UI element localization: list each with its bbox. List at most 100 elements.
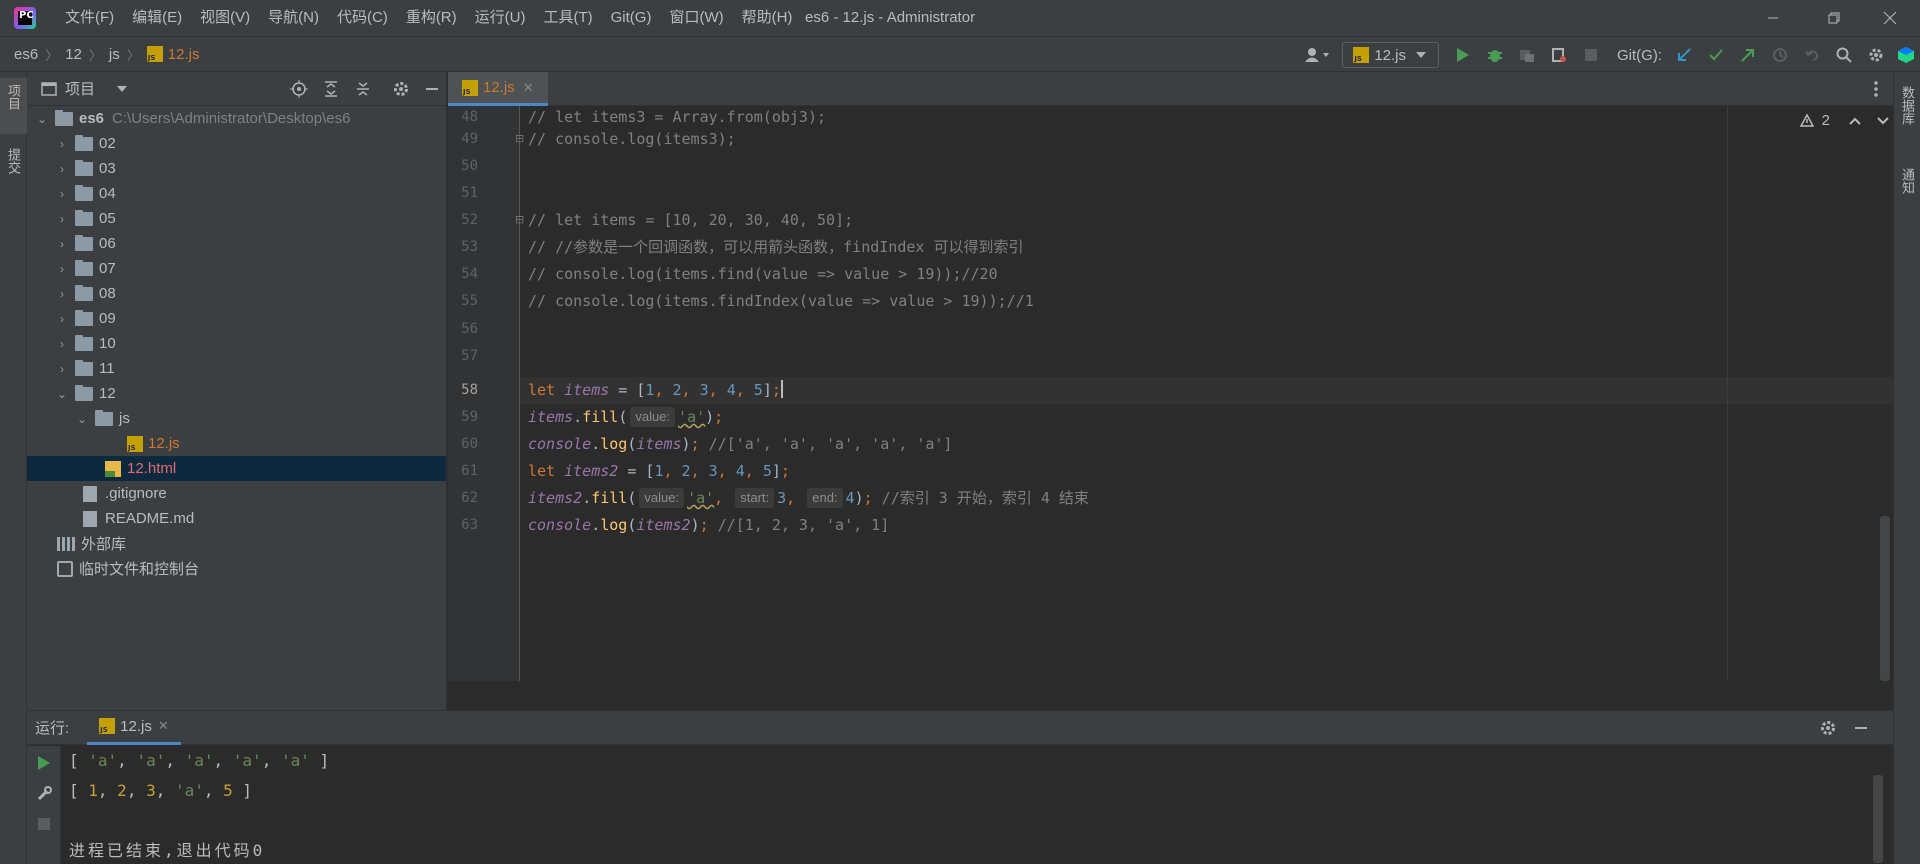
chevron-right-icon[interactable]: › xyxy=(55,212,69,226)
tree-item-folder[interactable]: › 05 xyxy=(27,206,446,231)
inspection-widget[interactable]: 2 xyxy=(1799,112,1890,129)
chevron-up-icon[interactable] xyxy=(1848,116,1862,126)
menu-edit[interactable]: 编辑(E) xyxy=(123,0,191,36)
tree-item-file[interactable]: .gitignore xyxy=(27,481,446,506)
run-button[interactable] xyxy=(1447,37,1479,73)
menu-tools[interactable]: 工具(T) xyxy=(534,0,601,36)
restore-button[interactable] xyxy=(1806,0,1862,36)
breadcrumb-file[interactable]: 12.js xyxy=(168,46,200,63)
chevron-right-icon[interactable]: › xyxy=(55,337,69,351)
tree-item-html-file[interactable]: 12.html xyxy=(27,456,446,481)
tree-item-js-file[interactable]: 12.js xyxy=(27,431,446,456)
git-rollback-button[interactable] xyxy=(1796,37,1828,73)
tree-item-folder-expanded[interactable]: ⌄ 12 xyxy=(27,381,446,406)
tree-item-external-libraries[interactable]: 外部库 xyxy=(27,531,446,556)
chevron-right-icon[interactable]: › xyxy=(55,162,69,176)
menu-view[interactable]: 视图(V) xyxy=(191,0,259,36)
fold-marker-icon[interactable]: ⊟ xyxy=(515,132,524,145)
tool-window-database[interactable]: 数据库 xyxy=(1894,80,1920,150)
breadcrumb-separator: 〉 xyxy=(88,47,102,63)
git-update-button[interactable] xyxy=(1668,37,1700,73)
chevron-right-icon[interactable]: › xyxy=(55,287,69,301)
chevron-down-icon[interactable] xyxy=(1876,116,1890,126)
rerun-icon[interactable] xyxy=(37,755,51,771)
chevron-right-icon[interactable]: › xyxy=(55,137,69,151)
close-tab-icon[interactable]: ✕ xyxy=(158,718,169,734)
tree-item-file[interactable]: README.md xyxy=(27,506,446,531)
menu-git[interactable]: Git(G) xyxy=(602,0,661,36)
chevron-right-icon[interactable]: › xyxy=(55,262,69,276)
chevron-right-icon[interactable]: › xyxy=(55,187,69,201)
tool-window-project[interactable]: 项目 xyxy=(0,78,27,134)
git-history-button[interactable] xyxy=(1764,37,1796,73)
chevron-down-icon[interactable]: ⌄ xyxy=(75,412,89,426)
stop-button[interactable] xyxy=(1575,37,1607,73)
profile-icon xyxy=(1552,48,1566,62)
coverage-button[interactable] xyxy=(1511,37,1543,73)
menu-file[interactable]: 文件(F) xyxy=(56,0,123,36)
code-editor[interactable]: 48 49 50 51 52 53 54 55 56 57 58 59 60 6… xyxy=(448,106,1893,681)
menu-navigate[interactable]: 导航(N) xyxy=(259,0,328,36)
breadcrumb-folder[interactable]: 12 xyxy=(65,46,82,63)
tree-item-folder[interactable]: › 11 xyxy=(27,356,446,381)
editor-tab-12js[interactable]: 12.js ✕ xyxy=(448,72,548,106)
more-actions-icon[interactable] xyxy=(1873,80,1879,98)
chevron-down-icon[interactable]: ⌄ xyxy=(35,112,49,126)
tree-item-folder[interactable]: › 07 xyxy=(27,256,446,281)
collapse-all-icon[interactable] xyxy=(354,80,372,98)
chevron-right-icon[interactable]: › xyxy=(55,237,69,251)
tree-item-folder[interactable]: › 04 xyxy=(27,181,446,206)
tree-item-folder[interactable]: › 02 xyxy=(27,131,446,156)
tree-item-folder[interactable]: › 10 xyxy=(27,331,446,356)
tree-item-folder[interactable]: › 03 xyxy=(27,156,446,181)
settings-button[interactable] xyxy=(1860,37,1892,73)
tree-item-folder[interactable]: › 09 xyxy=(27,306,446,331)
run-configuration-select[interactable]: 12.js xyxy=(1342,42,1439,68)
menu-code[interactable]: 代码(C) xyxy=(328,0,397,36)
hide-panel-icon[interactable] xyxy=(1853,720,1869,736)
tree-item-root[interactable]: ⌄ es6 C:\Users\Administrator\Desktop\es6 xyxy=(27,106,446,131)
menu-refactor[interactable]: 重构(R) xyxy=(397,0,466,36)
menu-window[interactable]: 窗口(W) xyxy=(660,0,732,36)
tool-window-notifications[interactable]: 通知 xyxy=(1894,162,1920,222)
app-logo-icon[interactable]: PC xyxy=(14,7,36,29)
profile-button[interactable] xyxy=(1543,37,1575,73)
menu-run[interactable]: 运行(U) xyxy=(466,0,535,36)
jetbrains-toolbox-button[interactable] xyxy=(1892,37,1920,73)
breadcrumb-subfolder[interactable]: js xyxy=(109,46,120,63)
editor-scrollbar[interactable] xyxy=(1880,516,1890,681)
editor-tab-label: 12.js xyxy=(483,79,515,96)
chevron-down-icon[interactable] xyxy=(115,84,129,94)
git-push-button[interactable] xyxy=(1732,37,1764,73)
tree-item-folder[interactable]: › 08 xyxy=(27,281,446,306)
tree-item-folder[interactable]: › 06 xyxy=(27,231,446,256)
hide-panel-icon[interactable] xyxy=(424,81,440,97)
tree-file-label: README.md xyxy=(105,510,195,527)
stop-icon[interactable] xyxy=(37,817,51,831)
account-button[interactable] xyxy=(1302,37,1334,73)
locate-file-icon[interactable] xyxy=(290,80,308,98)
minimize-button[interactable] xyxy=(1745,0,1801,36)
console-scrollbar[interactable] xyxy=(1873,775,1883,863)
git-commit-button[interactable] xyxy=(1700,37,1732,73)
tool-window-commit[interactable]: 提交 xyxy=(0,142,27,202)
chevron-down-icon[interactable]: ⌄ xyxy=(55,387,69,401)
chevron-right-icon[interactable]: › xyxy=(55,362,69,376)
expand-all-icon[interactable] xyxy=(322,80,340,98)
gear-icon[interactable] xyxy=(1819,719,1837,737)
close-tab-icon[interactable]: ✕ xyxy=(523,80,534,96)
tree-external-libraries-label: 外部库 xyxy=(81,536,127,553)
gear-icon[interactable] xyxy=(392,80,410,98)
wrench-icon[interactable] xyxy=(36,786,52,802)
tree-item-subfolder[interactable]: ⌄ js xyxy=(27,406,446,431)
debug-button[interactable] xyxy=(1479,37,1511,73)
tree-item-scratches[interactable]: 临时文件和控制台 xyxy=(27,556,446,581)
run-tab-12js[interactable]: 12.js ✕ xyxy=(87,710,181,745)
fold-marker-icon[interactable]: ⊟ xyxy=(515,213,524,226)
menu-help[interactable]: 帮助(H) xyxy=(733,0,802,36)
search-everywhere-button[interactable] xyxy=(1828,37,1860,73)
chevron-right-icon[interactable]: › xyxy=(55,312,69,326)
close-window-button[interactable] xyxy=(1862,0,1918,36)
stop-icon xyxy=(1585,49,1597,61)
breadcrumb-root[interactable]: es6 xyxy=(14,46,38,63)
